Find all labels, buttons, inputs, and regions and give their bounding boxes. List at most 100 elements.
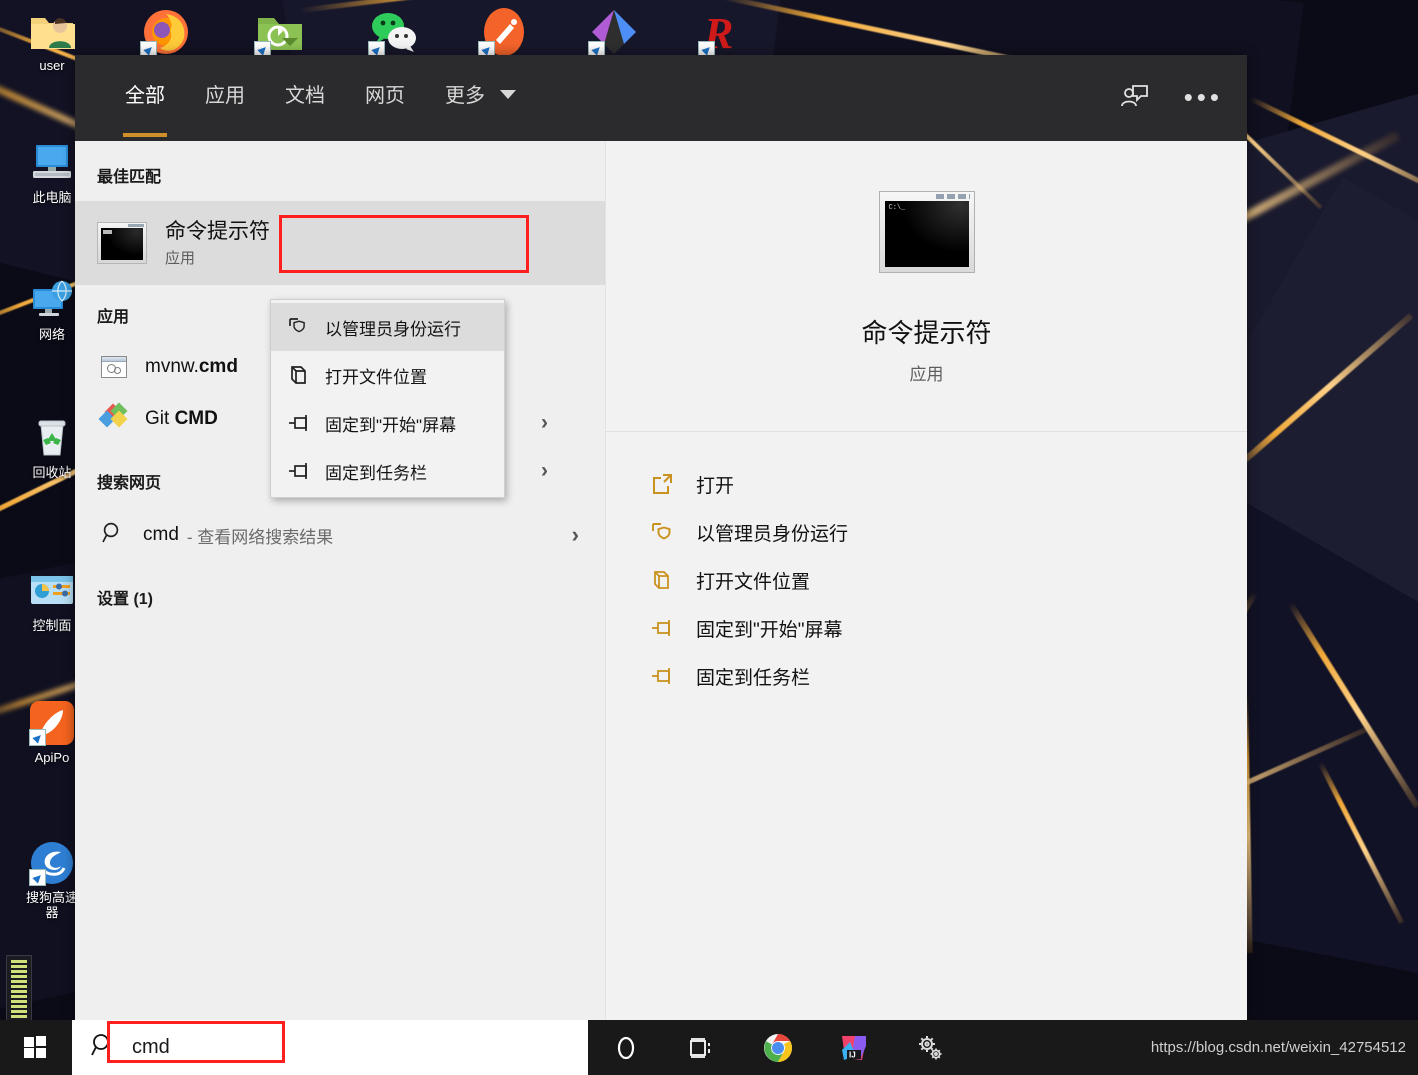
taskbar: cmd xyxy=(0,1020,1418,1075)
intellij-idea-icon[interactable]: IJ xyxy=(816,1020,892,1075)
action-label: 固定到任务栏 xyxy=(696,663,810,690)
app-name: mvnw.cmd xyxy=(145,356,238,378)
pin-icon xyxy=(650,616,674,640)
shield-run-as-admin-icon xyxy=(287,315,311,339)
shield-run-as-admin-icon xyxy=(650,520,674,544)
action-label: 打开文件位置 xyxy=(696,567,810,594)
svg-text:IJ: IJ xyxy=(849,1050,856,1059)
action-open[interactable]: 打开 xyxy=(650,460,1247,508)
shortcut-overlay-icon xyxy=(29,869,46,886)
action-label: 以管理员身份运行 xyxy=(696,519,848,546)
best-match-header: 最佳匹配 xyxy=(75,143,605,201)
action-pin-to-start[interactable]: 固定到"开始"屏幕 xyxy=(650,604,1247,652)
tab-label: 更多 xyxy=(445,85,485,107)
action-label: 打开 xyxy=(696,471,734,498)
tab-more[interactable]: 更多 xyxy=(425,55,536,141)
action-run-as-admin[interactable]: 以管理员身份运行 xyxy=(650,508,1247,556)
context-menu-item-open-file-location[interactable]: 打开文件位置 xyxy=(271,351,504,399)
action-pin-to-taskbar[interactable]: 固定到任务栏 xyxy=(650,652,1247,700)
search-icon xyxy=(101,521,125,550)
taskbar-search-box[interactable]: cmd xyxy=(72,1020,588,1075)
this-pc-icon xyxy=(29,140,75,186)
pen-app-icon[interactable] xyxy=(478,6,530,58)
search-header: 全部 应用 文档 网页 更多 xyxy=(75,55,1247,141)
pin-icon xyxy=(287,459,311,483)
search-body: 最佳匹配 命令提示符 应用 应用 mvnw.cmd xyxy=(75,141,1247,1020)
desktop: R user 此电脑 xyxy=(0,0,1418,1075)
web-search-query: cmd xyxy=(143,524,179,546)
context-menu-label: 打开文件位置 xyxy=(325,363,427,388)
action-open-file-location[interactable]: 打开文件位置 xyxy=(650,556,1247,604)
open-file-location-icon xyxy=(650,568,674,592)
sync-folder-icon[interactable] xyxy=(254,6,306,58)
tab-apps[interactable]: 应用 xyxy=(185,55,265,141)
recycle-bin-icon xyxy=(29,415,75,461)
context-menu: 以管理员身份运行 打开文件位置 xyxy=(270,299,505,498)
command-prompt-icon xyxy=(97,222,147,264)
desktop-gadget xyxy=(6,955,32,1021)
context-menu-item-pin-to-start[interactable]: 固定到"开始"屏幕 › xyxy=(271,399,504,447)
red-r-app-icon[interactable]: R xyxy=(698,6,750,58)
watermark-url: https://blog.csdn.net/weixin_42754512 xyxy=(1151,1039,1406,1056)
chevron-right-icon[interactable]: › xyxy=(572,522,579,548)
console-prompt-text: C:\_ xyxy=(889,204,906,212)
chevron-right-icon[interactable]: › xyxy=(541,459,548,483)
context-menu-item-run-as-admin[interactable]: 以管理员身份运行 xyxy=(271,303,504,351)
search-tabs: 全部 应用 文档 网页 更多 xyxy=(105,55,536,141)
best-match-row[interactable]: 命令提示符 应用 xyxy=(75,201,605,285)
search-flyout: 全部 应用 文档 网页 更多 xyxy=(75,55,1247,1020)
search-icon xyxy=(90,1032,116,1063)
search-results-list: 最佳匹配 命令提示符 应用 应用 mvnw.cmd xyxy=(75,141,605,1020)
network-icon xyxy=(29,277,75,323)
open-icon xyxy=(650,472,674,496)
preview-subtitle: 应用 xyxy=(606,360,1247,385)
windows-start-icon[interactable] xyxy=(0,1020,72,1075)
context-menu-label: 以管理员身份运行 xyxy=(325,315,461,340)
chrome-icon[interactable] xyxy=(740,1020,816,1075)
best-match-title: 命令提示符 xyxy=(165,219,270,245)
tab-all[interactable]: 全部 xyxy=(105,55,185,141)
settings-gears-icon[interactable] xyxy=(892,1020,968,1075)
user-folder-icon xyxy=(29,8,75,54)
web-search-hint: - 查看网络搜索结果 xyxy=(187,523,333,548)
preview-header: C:\_ 命令提示符 应用 xyxy=(606,141,1247,432)
chevron-down-icon xyxy=(500,90,516,99)
firefox-icon[interactable] xyxy=(140,6,192,58)
action-label: 固定到"开始"屏幕 xyxy=(696,615,843,642)
git-icon xyxy=(101,406,127,432)
more-options-icon[interactable]: ••• xyxy=(1184,92,1223,102)
settings-header: 设置 (1) xyxy=(75,563,605,623)
tab-label: 网页 xyxy=(365,85,405,107)
wechat-icon[interactable] xyxy=(368,6,420,58)
search-input-value[interactable]: cmd xyxy=(132,1036,170,1059)
chevron-right-icon[interactable]: › xyxy=(541,411,548,435)
preview-title: 命令提示符 xyxy=(606,313,1247,350)
taskbar-items: IJ xyxy=(588,1020,968,1075)
tab-documents[interactable]: 文档 xyxy=(265,55,345,141)
list-item-web-search[interactable]: cmd - 查看网络搜索结果 › xyxy=(75,507,605,563)
feedback-person-icon[interactable] xyxy=(1120,82,1150,112)
sogou-browser-icon xyxy=(29,840,75,886)
cortana-icon[interactable] xyxy=(588,1020,664,1075)
shortcut-overlay-icon xyxy=(29,729,46,746)
header-actions: ••• xyxy=(1120,82,1223,114)
pin-icon xyxy=(650,664,674,688)
tab-label: 文档 xyxy=(285,85,325,107)
command-prompt-large-icon: C:\_ xyxy=(879,191,975,273)
task-view-icon[interactable] xyxy=(664,1020,740,1075)
tab-label: 应用 xyxy=(205,85,245,107)
context-menu-label: 固定到"开始"屏幕 xyxy=(325,411,456,436)
preview-pane: C:\_ 命令提示符 应用 xyxy=(605,141,1247,1020)
pin-icon xyxy=(287,411,311,435)
open-file-location-icon xyxy=(287,363,311,387)
context-menu-item-pin-to-taskbar[interactable]: 固定到任务栏 › xyxy=(271,447,504,495)
context-menu-label: 固定到任务栏 xyxy=(325,459,427,484)
tab-web[interactable]: 网页 xyxy=(345,55,425,141)
triangle-app-icon[interactable] xyxy=(588,6,640,58)
app-name: Git CMD xyxy=(145,408,218,430)
batch-file-icon xyxy=(101,356,127,378)
tab-label: 全部 xyxy=(125,85,165,107)
control-panel-icon xyxy=(29,568,75,614)
best-match-subtitle: 应用 xyxy=(165,247,270,268)
preview-actions-list: 打开 以管理员身份运行 xyxy=(606,432,1247,700)
